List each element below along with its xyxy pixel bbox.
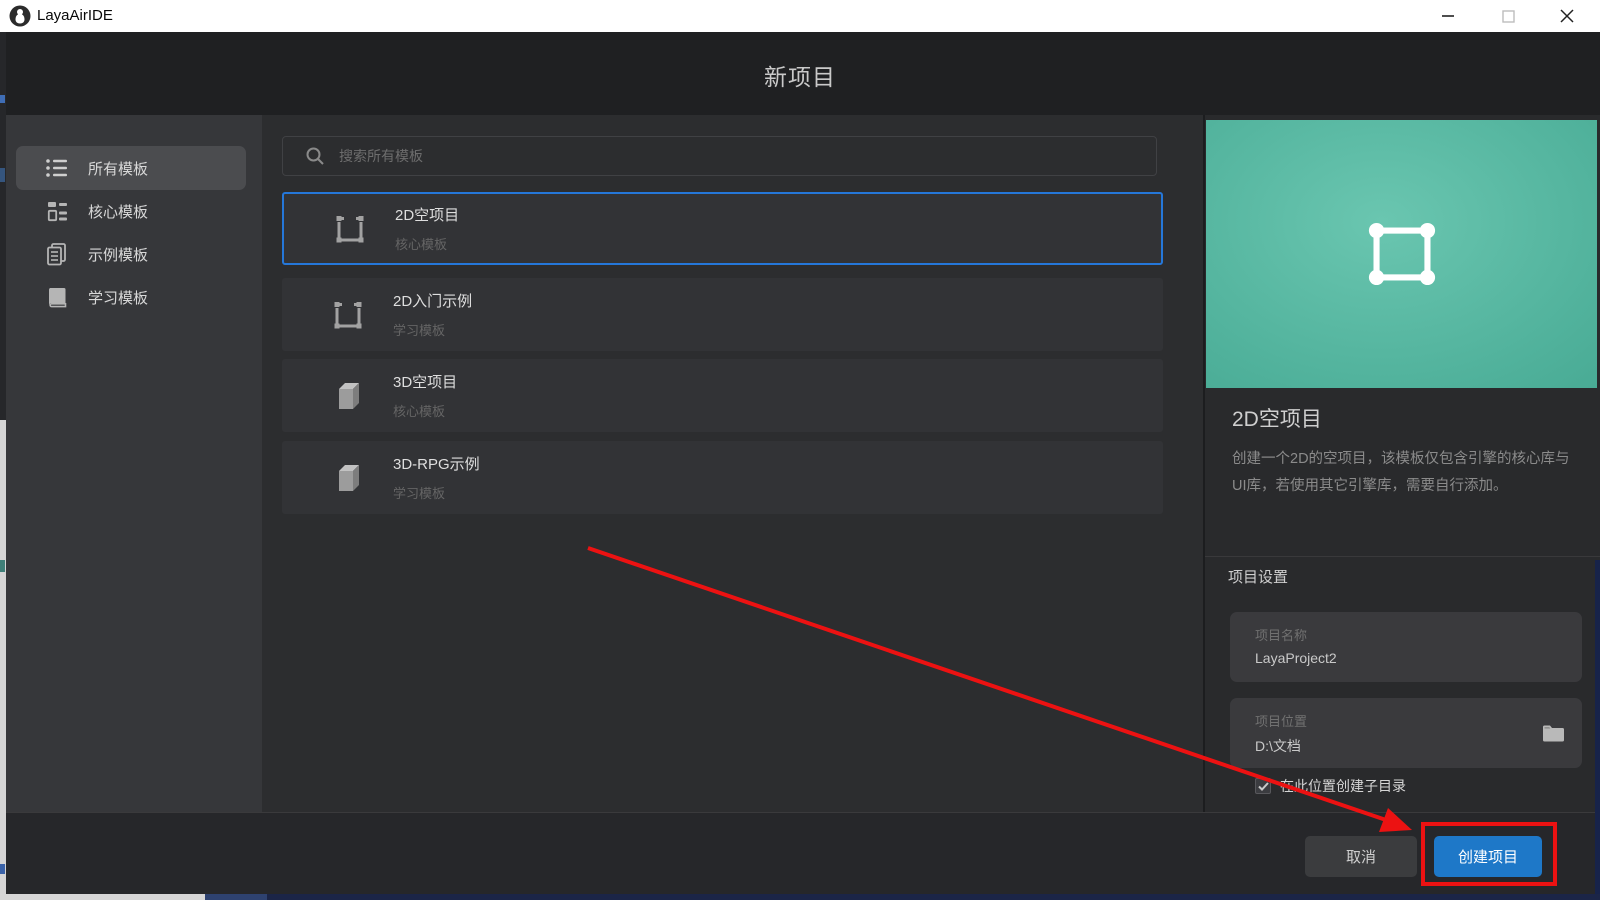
sidebar-item-learning-templates[interactable]: 学习模板 bbox=[16, 275, 246, 319]
sidebar-item-label: 示例模板 bbox=[88, 244, 148, 265]
project-settings-heading: 项目设置 bbox=[1228, 566, 1288, 587]
book-icon bbox=[44, 284, 70, 310]
dialog-title: 新项目 bbox=[0, 58, 1600, 92]
sidebar-item-core-templates[interactable]: 核心模板 bbox=[16, 189, 246, 233]
browse-folder-icon[interactable] bbox=[1542, 724, 1564, 742]
template-preview-image bbox=[1206, 120, 1597, 388]
example-template-icon bbox=[44, 241, 70, 267]
cube-3d-icon bbox=[328, 376, 368, 416]
sidebar-item-label: 所有模板 bbox=[88, 158, 148, 179]
template-subtitle: 学习模板 bbox=[393, 483, 480, 502]
edge-mark bbox=[0, 168, 5, 182]
layaair-new-project-window: LayaAirIDE 新项目 所有模板 bbox=[0, 0, 1600, 900]
titlebar: LayaAirIDE bbox=[0, 0, 1600, 32]
taskbar-edge bbox=[0, 894, 1600, 900]
sidebar-item-all-templates[interactable]: 所有模板 bbox=[16, 146, 246, 190]
template-title: 2D空项目 bbox=[395, 204, 459, 225]
list-icon bbox=[44, 155, 70, 181]
taskbar-edge-accent bbox=[205, 894, 267, 900]
project-name-field[interactable]: 项目名称 LayaProject2 bbox=[1230, 612, 1582, 682]
search-input[interactable] bbox=[339, 148, 1156, 164]
project-location-value[interactable]: D:\文档 bbox=[1255, 736, 1301, 756]
search-icon bbox=[305, 146, 325, 166]
create-subdirectory-option[interactable]: 在此位置创建子目录 bbox=[1255, 776, 1406, 796]
check-icon bbox=[1258, 782, 1269, 791]
edge-mark bbox=[0, 95, 5, 103]
app-title: LayaAirIDE bbox=[37, 7, 113, 24]
project-name-label: 项目名称 bbox=[1255, 625, 1307, 644]
project-name-value[interactable]: LayaProject2 bbox=[1255, 650, 1337, 666]
template-card-2d-empty[interactable]: 2D空项目 核心模板 bbox=[282, 192, 1163, 265]
template-title: 3D空项目 bbox=[393, 371, 457, 392]
sidebar-item-example-templates[interactable]: 示例模板 bbox=[16, 232, 246, 276]
checkbox-checked[interactable] bbox=[1255, 778, 1271, 794]
close-button[interactable] bbox=[1538, 0, 1596, 32]
template-category-sidebar: 所有模板 核心模板 示例模板 bbox=[6, 115, 262, 812]
template-subtitle: 学习模板 bbox=[393, 320, 472, 339]
minimize-button[interactable] bbox=[1419, 0, 1477, 32]
sidebar-item-label: 学习模板 bbox=[88, 287, 148, 308]
frame-2d-preview-icon bbox=[1346, 198, 1458, 310]
edge-mark bbox=[0, 864, 5, 874]
preview-description: 创建一个2D的空项目，该模板仅包含引擎的核心库与UI库，若使用其它引擎库，需要自… bbox=[1232, 446, 1574, 500]
template-title: 3D-RPG示例 bbox=[393, 453, 480, 474]
sidebar-item-label: 核心模板 bbox=[88, 201, 148, 222]
template-card-3d-empty[interactable]: 3D空项目 核心模板 bbox=[282, 359, 1163, 432]
annotation-rectangle bbox=[1421, 822, 1557, 886]
edge-mark bbox=[0, 560, 5, 572]
background-window-edge-top bbox=[0, 32, 6, 420]
background-window-edge-bottom bbox=[0, 420, 6, 894]
cancel-button[interactable]: 取消 bbox=[1305, 836, 1417, 877]
maximize-button[interactable] bbox=[1479, 0, 1537, 32]
template-subtitle: 核心模板 bbox=[395, 234, 459, 253]
template-card-3d-rpg[interactable]: 3D-RPG示例 学习模板 bbox=[282, 441, 1163, 514]
preview-title: 2D空项目 bbox=[1232, 403, 1322, 433]
template-search bbox=[282, 136, 1157, 176]
frame-2d-icon bbox=[328, 295, 368, 335]
panel-divider bbox=[1205, 556, 1600, 557]
close-icon bbox=[1560, 9, 1574, 23]
cube-3d-icon bbox=[328, 458, 368, 498]
taskbar-edge-light bbox=[0, 894, 205, 900]
template-card-2d-intro[interactable]: 2D入门示例 学习模板 bbox=[282, 278, 1163, 351]
layaair-logo-icon bbox=[9, 5, 31, 27]
template-subtitle: 核心模板 bbox=[393, 401, 457, 420]
project-location-label: 项目位置 bbox=[1255, 711, 1307, 730]
maximize-icon bbox=[1502, 10, 1515, 23]
core-template-icon bbox=[44, 198, 70, 224]
checkbox-label: 在此位置创建子目录 bbox=[1280, 776, 1406, 796]
template-title: 2D入门示例 bbox=[393, 290, 472, 311]
minimize-icon bbox=[1441, 9, 1455, 23]
frame-2d-icon bbox=[330, 209, 370, 249]
project-location-field[interactable]: 项目位置 D:\文档 bbox=[1230, 698, 1582, 768]
background-window-edge-right bbox=[1595, 560, 1600, 894]
